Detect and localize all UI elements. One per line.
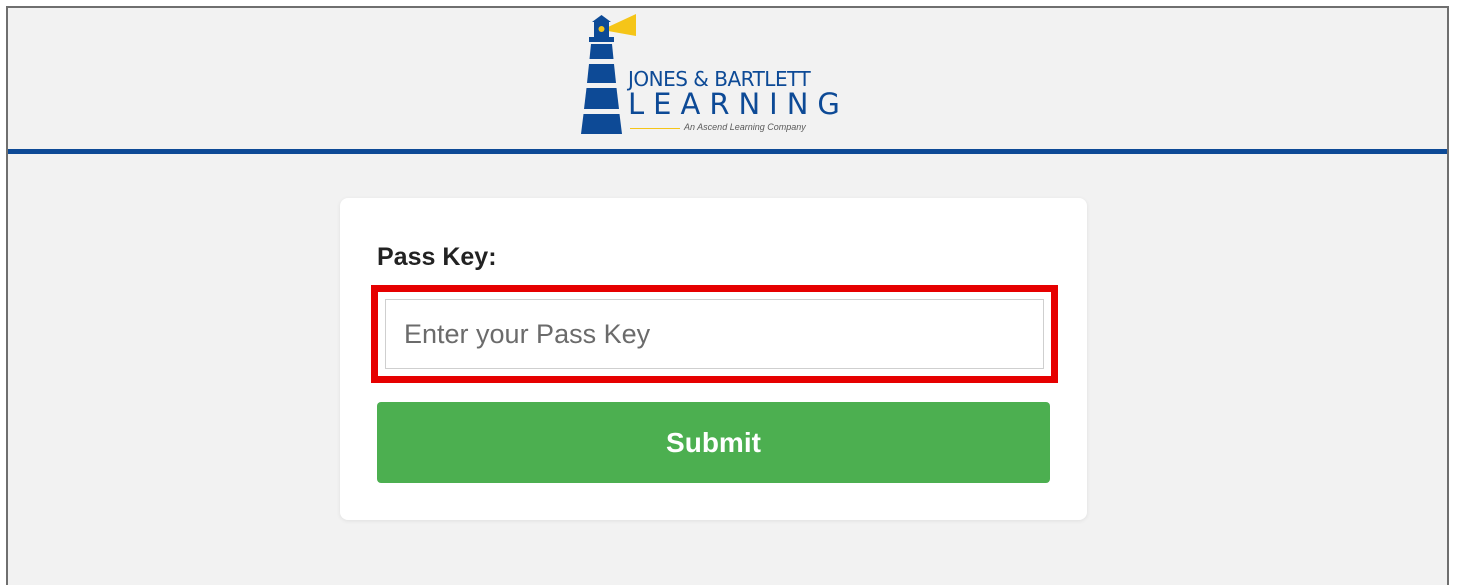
header-divider <box>8 149 1447 154</box>
pass-key-card: Pass Key: Submit <box>340 198 1087 520</box>
page-frame: JONES & BARTLETT LEARNING An Ascend Lear… <box>6 6 1449 585</box>
tower-band-1 <box>589 44 614 59</box>
submit-button[interactable]: Submit <box>377 402 1050 483</box>
pass-key-input[interactable] <box>385 299 1044 369</box>
tower-band-3 <box>584 88 619 109</box>
pass-key-label: Pass Key: <box>377 243 497 271</box>
tagline-rule <box>630 128 680 129</box>
tower-band-2 <box>587 64 616 83</box>
tower-band-4 <box>581 114 622 134</box>
brand-name-main: LEARNING <box>628 87 849 121</box>
site-header: JONES & BARTLETT LEARNING An Ascend Lear… <box>8 8 1447 149</box>
jones-bartlett-logo: JONES & BARTLETT LEARNING An Ascend Lear… <box>574 13 844 138</box>
lighthouse-roof <box>592 15 611 22</box>
highlight-box <box>371 285 1058 383</box>
light-beam <box>608 14 636 36</box>
brand-tagline: An Ascend Learning Company <box>684 122 806 132</box>
lighthouse-gallery <box>589 37 614 42</box>
lantern-light <box>598 26 605 32</box>
